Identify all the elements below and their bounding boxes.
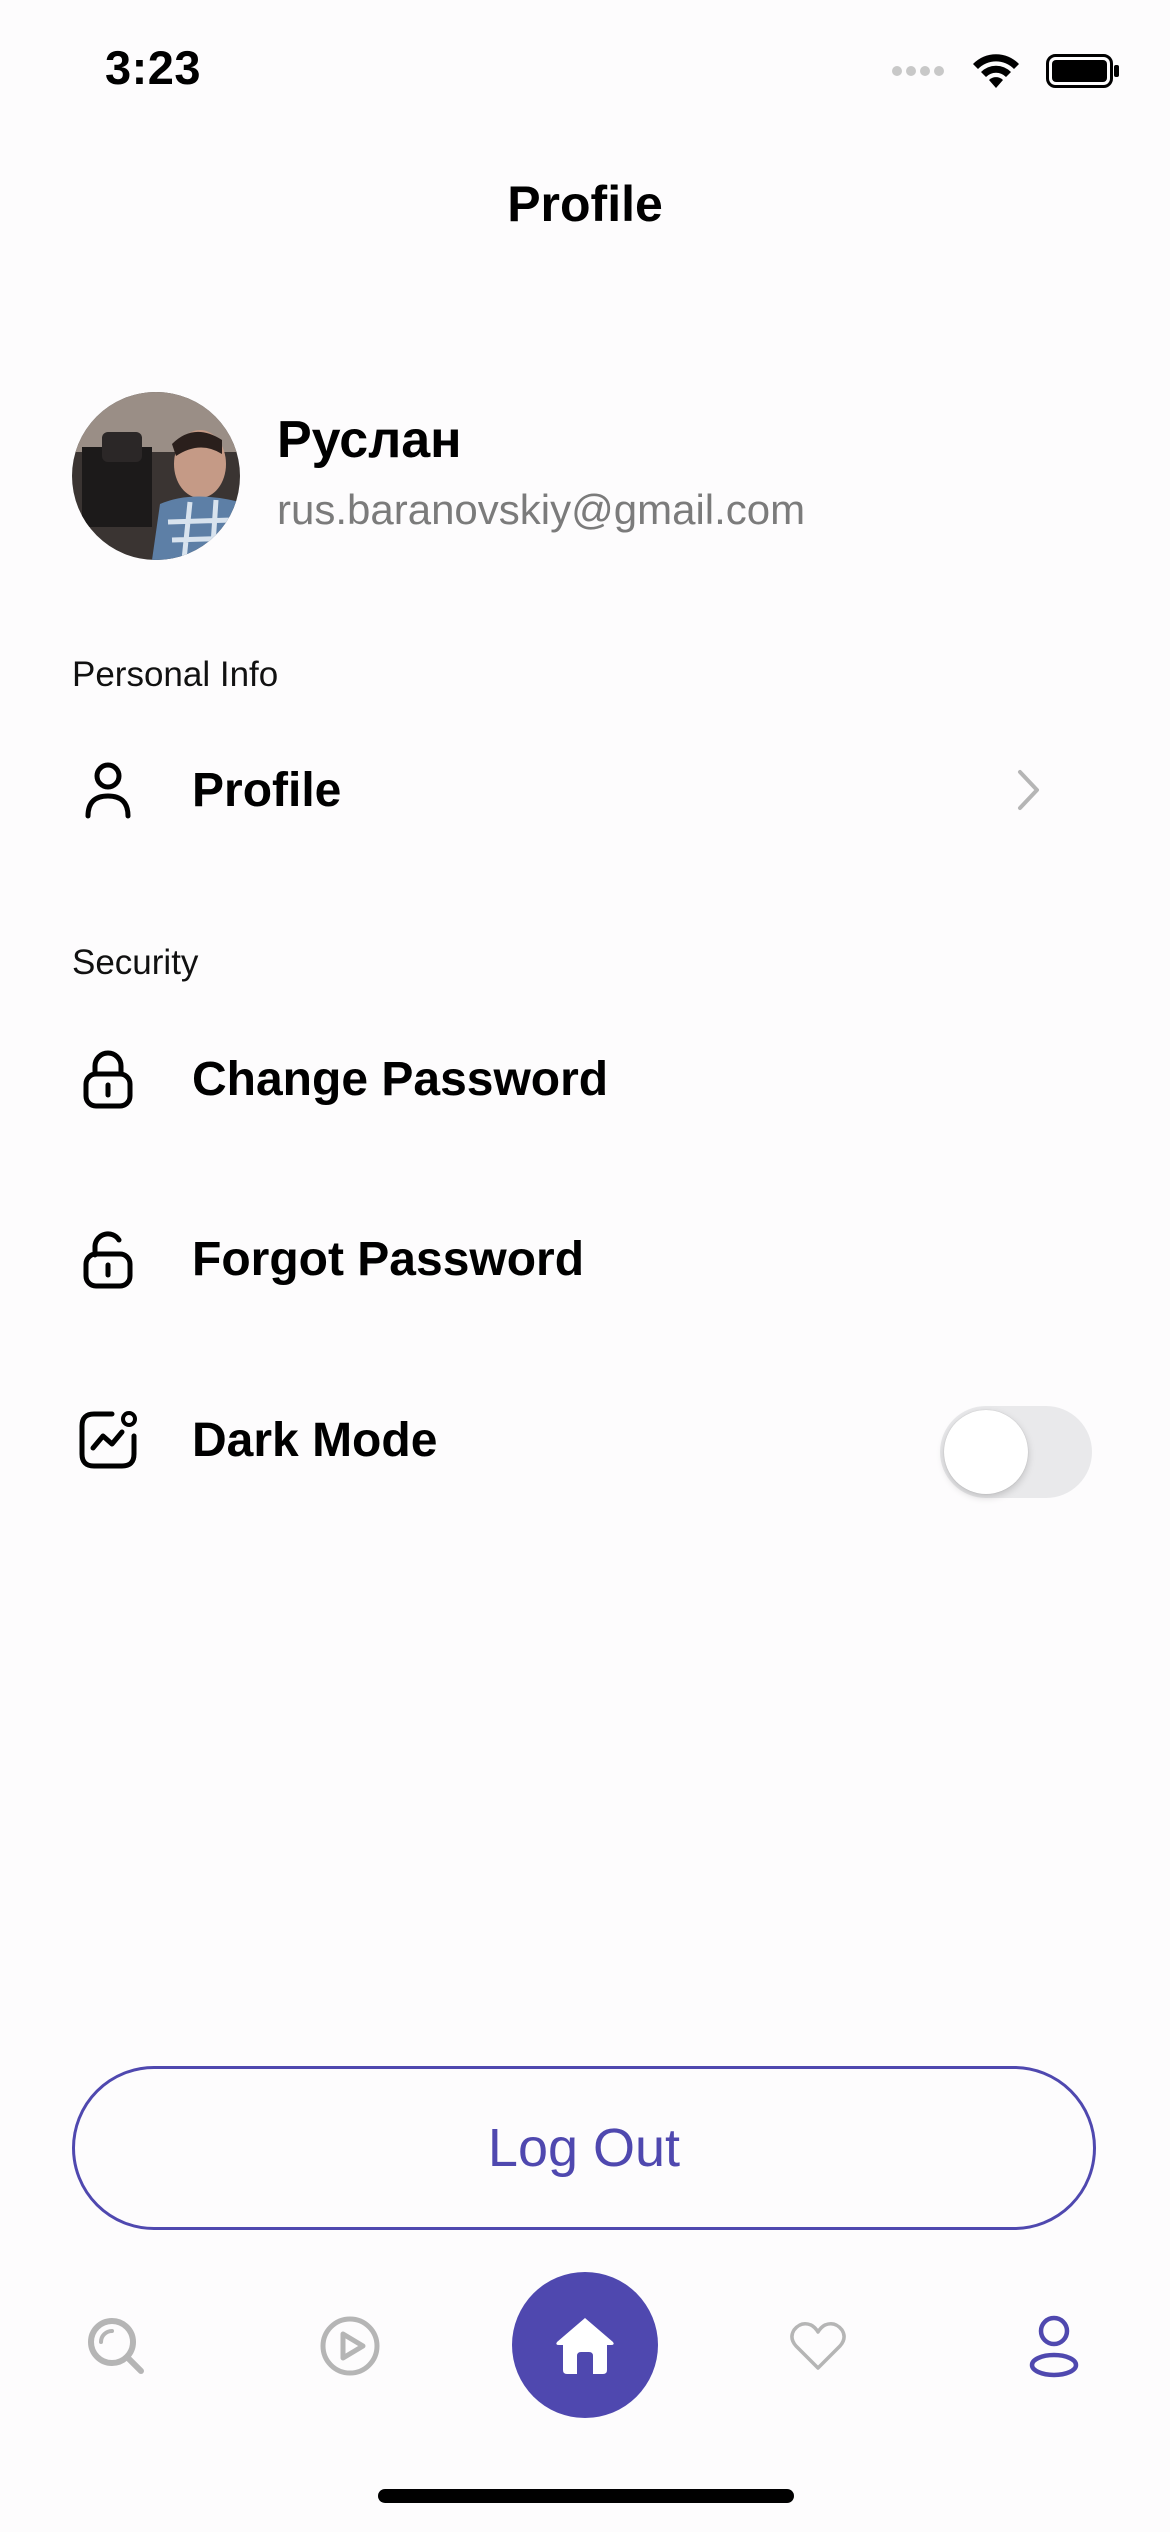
- menu-item-dark-mode: Dark Mode: [72, 1380, 1092, 1500]
- menu-item-label: Profile: [192, 763, 342, 817]
- home-indicator: [378, 2489, 794, 2503]
- user-email: rus.baranovskiy@gmail.com: [277, 486, 806, 533]
- play-icon: [320, 2316, 380, 2376]
- menu-item-forgot-password[interactable]: Forgot Password: [72, 1199, 1092, 1319]
- profile-icon: [1029, 2315, 1079, 2378]
- chevron-right-icon: [1018, 770, 1039, 810]
- activity-icon: [72, 1404, 144, 1476]
- menu-item-profile[interactable]: Profile: [72, 730, 1092, 850]
- search-icon: [88, 2318, 144, 2374]
- tab-profile[interactable]: [1004, 2296, 1104, 2396]
- home-icon: [556, 2318, 614, 2374]
- wifi-icon: [973, 54, 1019, 88]
- heart-icon: [790, 2322, 846, 2370]
- battery-icon: [1046, 54, 1119, 88]
- tab-search[interactable]: [66, 2296, 166, 2396]
- signal-icon: [892, 66, 944, 76]
- logout-button[interactable]: Log Out: [72, 2066, 1096, 2230]
- tab-play[interactable]: [300, 2296, 400, 2396]
- lock-icon: [72, 1043, 144, 1115]
- section-label-security: Security: [72, 943, 199, 982]
- menu-item-label: Forgot Password: [192, 1232, 585, 1286]
- menu-item-label: Dark Mode: [192, 1413, 438, 1467]
- avatar-photo: [72, 392, 240, 560]
- page-title: Profile: [507, 176, 663, 232]
- dark-mode-toggle[interactable]: [940, 1406, 1092, 1498]
- status-time: 3:23: [105, 41, 202, 94]
- menu-item-change-password[interactable]: Change Password: [72, 1019, 1092, 1139]
- menu-item-label: Change Password: [192, 1052, 609, 1106]
- person-icon: [72, 754, 144, 826]
- toggle-knob: [944, 1410, 1028, 1494]
- section-label-personal-info: Personal Info: [72, 655, 279, 694]
- tab-favorites[interactable]: [768, 2296, 868, 2396]
- user-name: Руслан: [277, 411, 462, 469]
- tab-home[interactable]: [512, 2272, 658, 2418]
- avatar[interactable]: [72, 392, 240, 560]
- status-icons: [892, 52, 1120, 90]
- unlock-icon: [72, 1223, 144, 1295]
